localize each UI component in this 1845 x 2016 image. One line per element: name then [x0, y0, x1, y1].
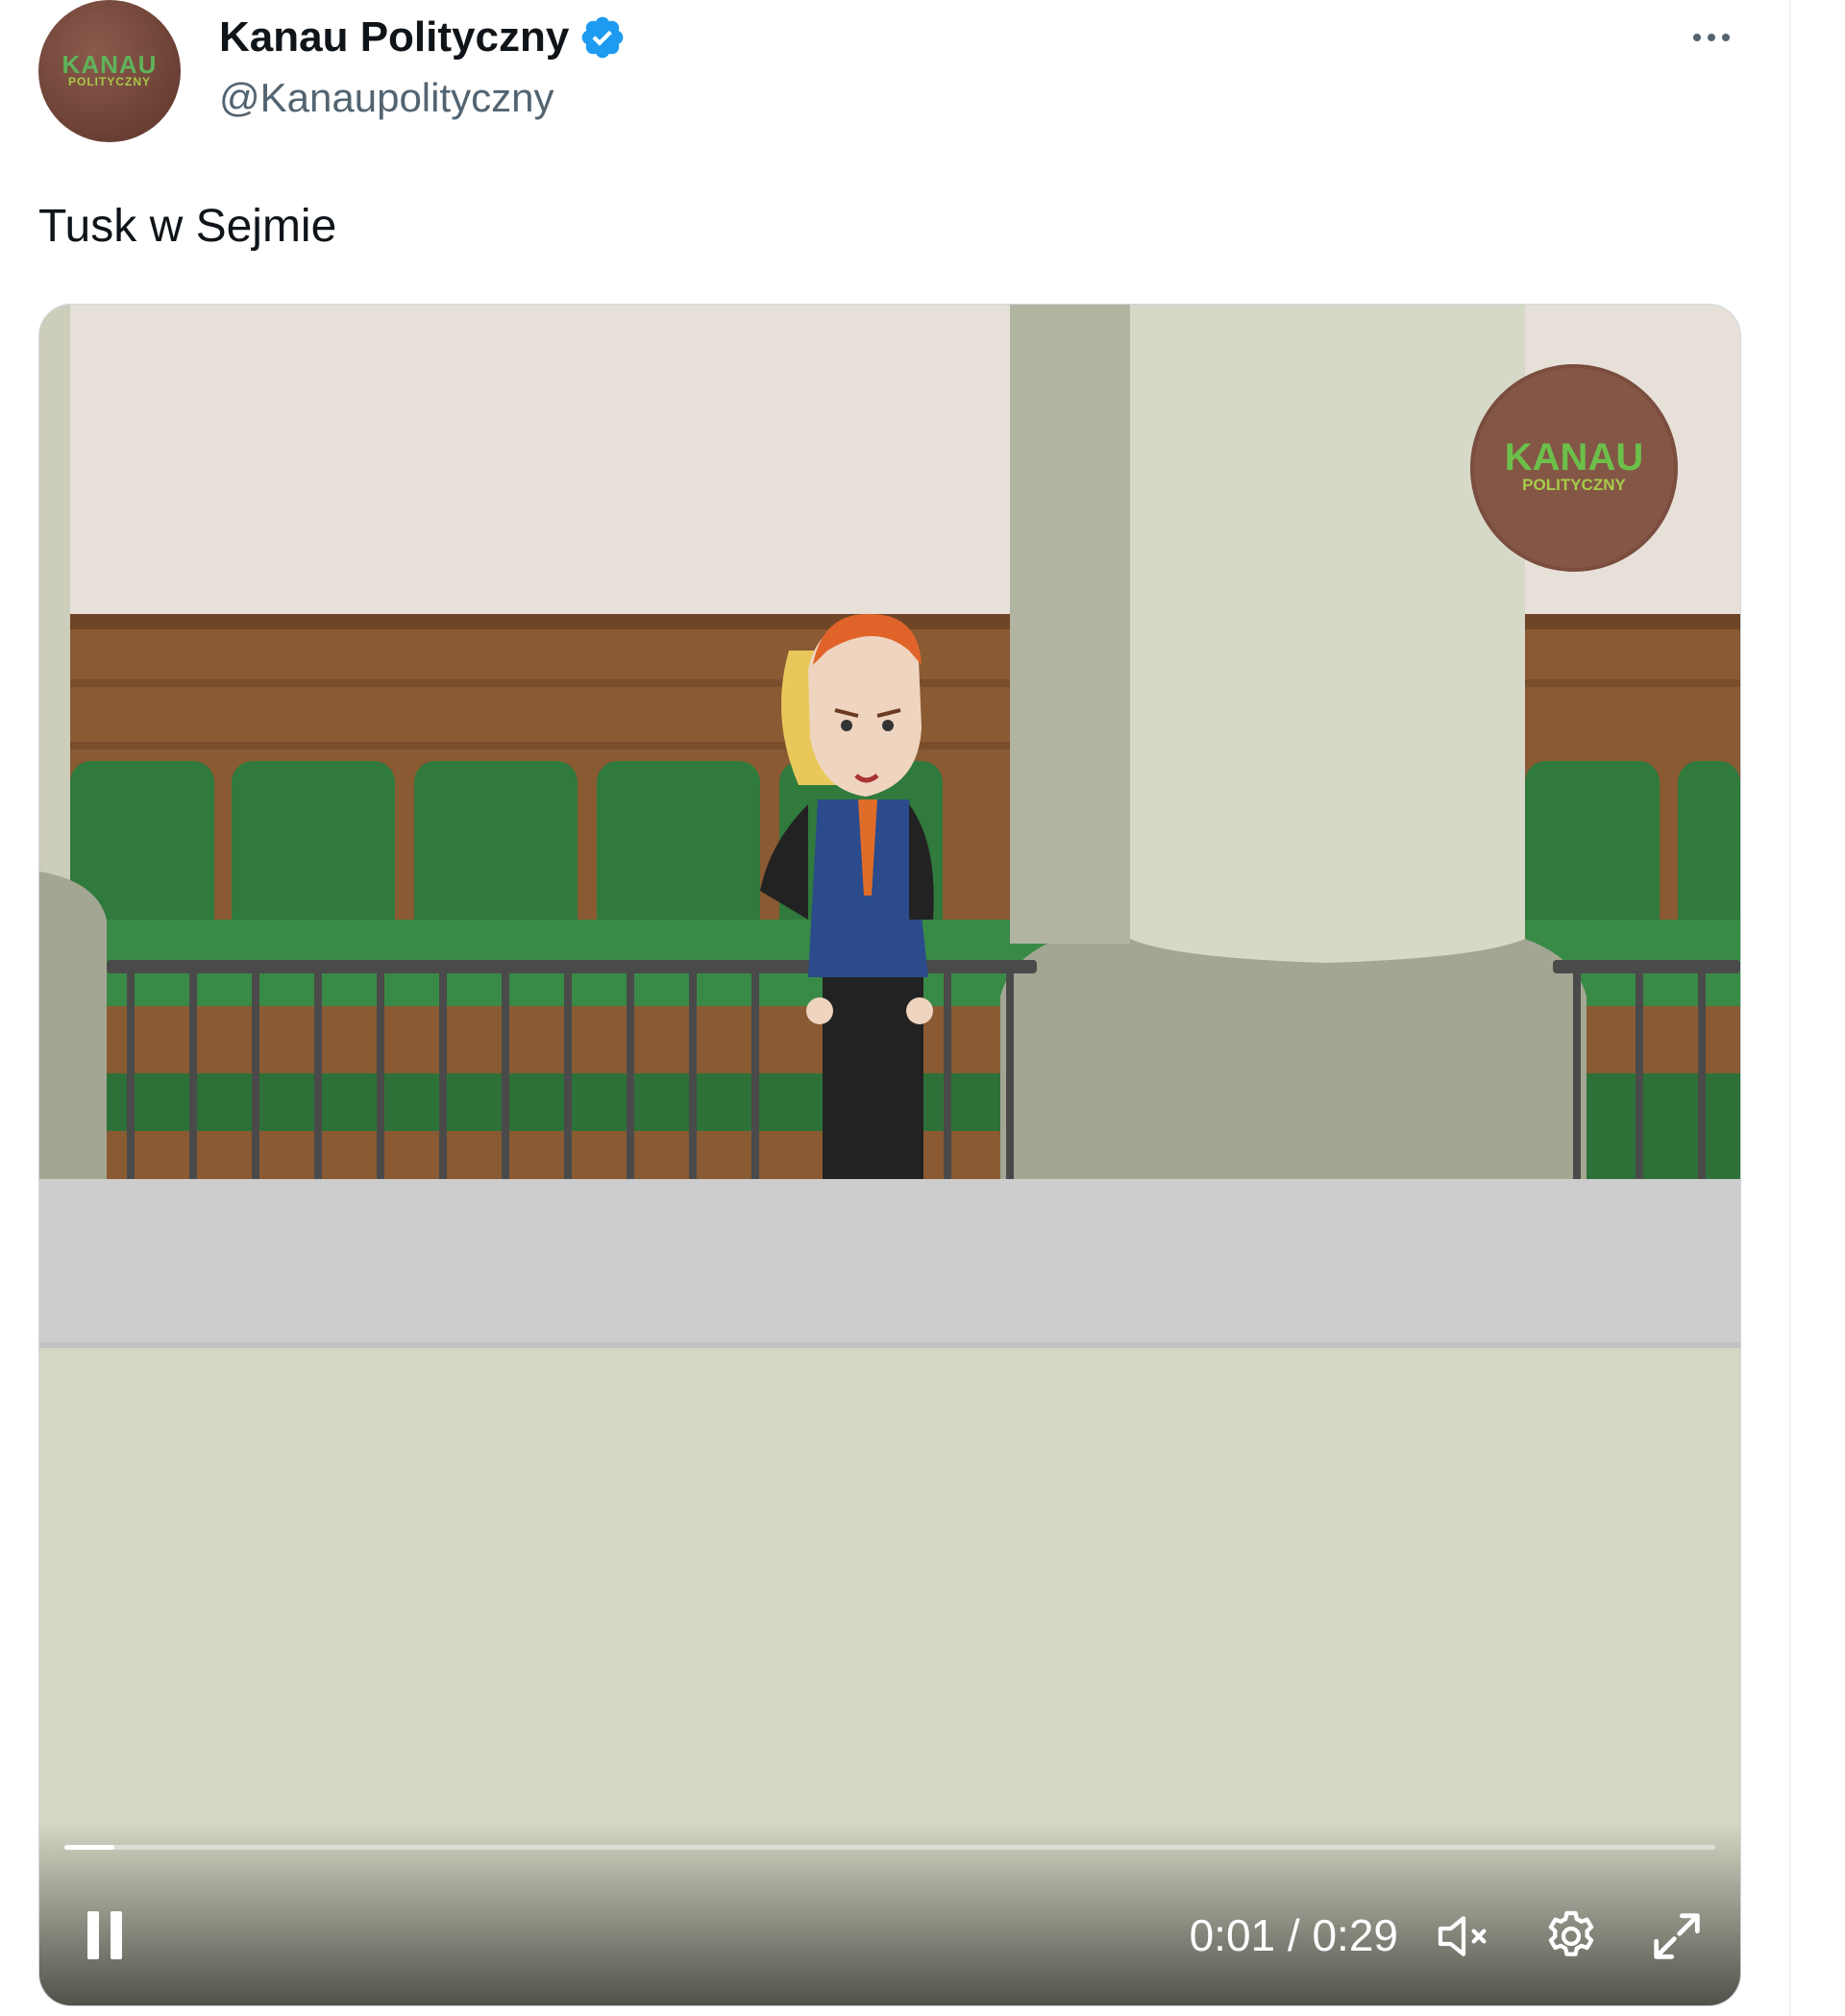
pause-button[interactable]: [80, 1902, 137, 1969]
avatar[interactable]: KANAU POLITYCZNY: [38, 0, 181, 142]
fullscreen-icon: [1654, 1913, 1700, 1959]
verified-badge-icon: [581, 16, 624, 59]
watermark-subtext: POLITYCZNY: [1522, 476, 1626, 494]
pause-icon-bar: [111, 1911, 122, 1959]
video-frame: KANAU POLITYCZNY: [39, 305, 1740, 2005]
tweet-text: Tusk w Sejmie: [38, 201, 337, 252]
watermark-text: KANAU: [1505, 436, 1643, 479]
progress-bar[interactable]: [64, 1845, 1715, 1850]
time-display: 0:01 / 0:29: [1189, 1910, 1398, 1960]
fullscreen-button[interactable]: [1646, 1905, 1708, 1967]
settings-button[interactable]: [1540, 1905, 1602, 1967]
tweet-card[interactable]: KANAU POLITYCZNY Kanau Polityczny @Kanau…: [0, 0, 1789, 2016]
mute-button[interactable]: [1433, 1905, 1494, 1967]
avatar-logo-subtext: POLITYCZNY: [67, 75, 151, 88]
volume-muted-icon: [1438, 1916, 1466, 1956]
progress-fill: [64, 1845, 114, 1850]
gear-icon: [1548, 1910, 1594, 1956]
author-name[interactable]: Kanau Polityczny: [219, 13, 569, 61]
more-dot: [1722, 34, 1730, 41]
more-horizontal-icon: [1693, 34, 1701, 41]
column-divider: [1789, 0, 1791, 2016]
more-dot: [1708, 34, 1715, 41]
more-options-button[interactable]: [1678, 13, 1745, 61]
author-handle[interactable]: @Kanaupolityczny: [219, 75, 554, 121]
pause-icon: [87, 1911, 99, 1959]
author-name-row[interactable]: Kanau Polityczny: [219, 13, 627, 61]
video-player[interactable]: KANAU POLITYCZNY 0:01 / 0:29: [38, 304, 1741, 2006]
